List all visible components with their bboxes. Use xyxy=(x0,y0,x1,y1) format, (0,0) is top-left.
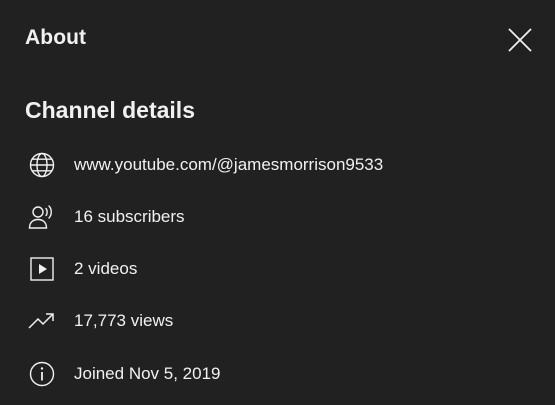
joined-date: Joined Nov 5, 2019 xyxy=(74,364,221,383)
views-row: 17,773 views xyxy=(27,306,173,336)
videos-row: 2 videos xyxy=(27,254,137,284)
channel-details-heading: Channel details xyxy=(25,97,195,123)
info-icon xyxy=(27,359,57,389)
subscriber-count: 16 subscribers xyxy=(74,207,185,226)
video-count: 2 videos xyxy=(74,259,138,278)
joined-row: Joined Nov 5, 2019 xyxy=(27,359,221,389)
trending-icon xyxy=(27,306,57,336)
video-icon xyxy=(27,254,57,284)
dialog-title: About xyxy=(25,26,87,49)
view-count: 17,773 views xyxy=(74,311,174,330)
close-icon xyxy=(508,28,532,52)
close-button[interactable] xyxy=(504,24,536,56)
subscribers-icon xyxy=(27,202,57,232)
about-dialog: About Channel details www.youtube.com/@j… xyxy=(0,0,555,405)
subscribers-row: 16 subscribers xyxy=(27,202,185,232)
globe-icon xyxy=(27,150,57,180)
channel-link[interactable]: www.youtube.com/@jamesmorrison9533 xyxy=(74,155,383,175)
channel-link-row: www.youtube.com/@jamesmorrison9533 xyxy=(27,150,383,180)
